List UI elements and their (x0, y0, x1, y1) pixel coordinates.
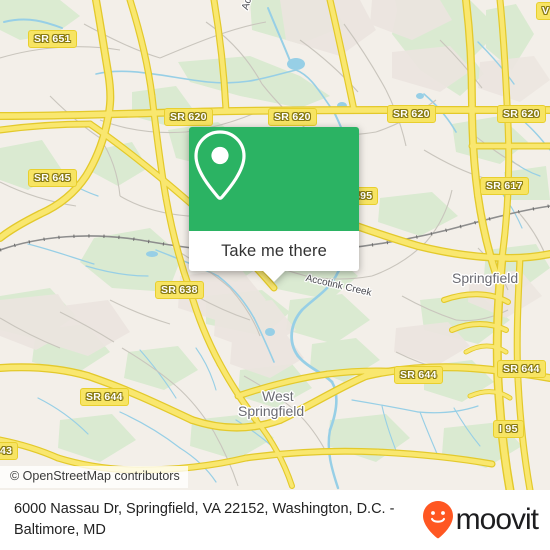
callout-icon-panel (189, 127, 359, 231)
callout-action-panel[interactable]: Take me there (189, 231, 359, 282)
place-label-west: West (262, 388, 294, 404)
road-shield[interactable]: V (536, 2, 550, 20)
address-text: 6000 Nassau Dr, Springfield, VA 22152, W… (14, 501, 395, 538)
footer-bar: 6000 Nassau Dr, Springfield, VA 22152, W… (0, 490, 550, 550)
callout-pointer (262, 270, 286, 282)
road-shield[interactable]: SR 644 (394, 366, 443, 384)
take-me-there-label: Take me there (221, 241, 327, 260)
destination-callout[interactable]: Take me there (189, 127, 359, 282)
place-label-springfield: Springfield (452, 270, 519, 286)
location-pin-icon (194, 130, 246, 200)
road-shield[interactable]: SR 651 (28, 30, 77, 48)
road-shield[interactable]: SR 620 (387, 105, 436, 123)
road-shield[interactable]: SR 617 (480, 177, 529, 195)
map-attribution[interactable]: © OpenStreetMap contributors (0, 466, 188, 488)
road-shield[interactable]: SR 638 (155, 281, 204, 299)
moovit-map-screenshot: SR 651 SR 620 SR 620 SR 620 SR 620 SR 64… (0, 0, 550, 550)
moovit-wordmark: moovit (455, 503, 539, 536)
road-shield[interactable]: I 95 (493, 420, 524, 438)
moovit-smiley-pin-icon (422, 501, 453, 539)
road-shield[interactable]: SR 644 (80, 388, 129, 406)
road-shield[interactable]: SR 644 (497, 360, 546, 378)
road-shield[interactable]: 43 (0, 442, 19, 460)
map-canvas[interactable]: SR 651 SR 620 SR 620 SR 620 SR 620 SR 64… (0, 0, 550, 490)
road-shield[interactable]: SR 620 (164, 108, 213, 126)
road-shield[interactable]: SR 620 (497, 105, 546, 123)
road-shield[interactable]: SR 645 (28, 169, 77, 187)
moovit-brand[interactable]: moovit (422, 501, 539, 539)
road-shield[interactable]: SR 620 (268, 108, 317, 126)
place-label-west-springfield: Springfield (238, 403, 305, 419)
